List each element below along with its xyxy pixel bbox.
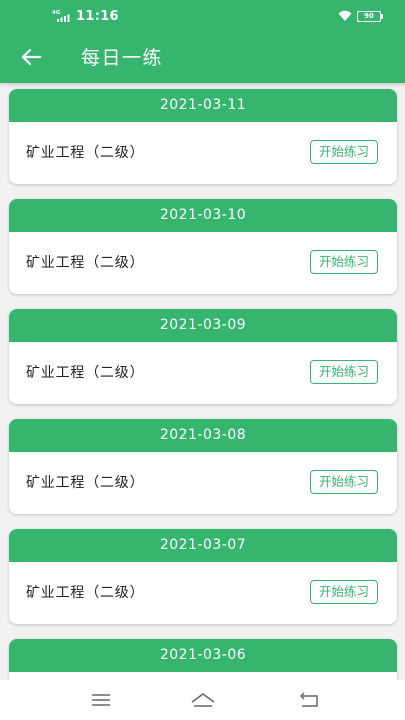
card-body: 矿业工程（二级） 开始练习 — [9, 232, 397, 294]
card-subject: 矿业工程（二级） — [26, 585, 145, 601]
menu-icon[interactable] — [90, 690, 112, 710]
home-icon[interactable] — [190, 690, 216, 710]
card-date: 2021-03-06 — [9, 639, 397, 672]
start-practice-button[interactable]: 开始练习 — [310, 580, 378, 604]
card-date: 2021-03-07 — [9, 529, 397, 562]
card-date: 2021-03-09 — [9, 309, 397, 342]
start-practice-button[interactable]: 开始练习 — [310, 250, 378, 274]
system-nav-bar — [0, 680, 405, 720]
card-date: 2021-03-11 — [9, 89, 397, 122]
card-body — [9, 672, 397, 680]
card-subject: 矿业工程（二级） — [26, 365, 145, 381]
signal-icon: 4G — [52, 10, 70, 22]
card-subject: 矿业工程（二级） — [26, 145, 145, 161]
start-practice-button[interactable]: 开始练习 — [310, 470, 378, 494]
practice-card: 2021-03-10 矿业工程（二级） 开始练习 — [9, 199, 397, 294]
arrow-left-icon — [21, 48, 42, 66]
card-body: 矿业工程（二级） 开始练习 — [9, 342, 397, 404]
network-type: 4G — [52, 10, 61, 16]
start-practice-button[interactable]: 开始练习 — [310, 360, 378, 384]
status-time: 11:16 — [76, 9, 119, 24]
battery-level: 90 — [364, 12, 374, 20]
start-practice-button[interactable]: 开始练习 — [310, 140, 378, 164]
card-date: 2021-03-10 — [9, 199, 397, 232]
status-bar: 4G 11:16 90 — [0, 0, 405, 30]
practice-card: 2021-03-07 矿业工程（二级） 开始练习 — [9, 529, 397, 624]
card-body: 矿业工程（二级） 开始练习 — [9, 122, 397, 184]
practice-card: 2021-03-09 矿业工程（二级） 开始练习 — [9, 309, 397, 404]
card-subject: 矿业工程（二级） — [26, 475, 145, 491]
back-icon[interactable] — [298, 690, 320, 710]
battery-tip — [381, 14, 383, 19]
card-body: 矿业工程（二级） 开始练习 — [9, 452, 397, 514]
practice-card: 2021-03-06 — [9, 639, 397, 680]
app-bar: 每日一练 — [0, 30, 405, 83]
practice-card: 2021-03-08 矿业工程（二级） 开始练习 — [9, 419, 397, 514]
practice-card: 2021-03-11 矿业工程（二级） 开始练习 — [9, 89, 397, 184]
card-subject: 矿业工程（二级） — [26, 255, 145, 271]
page-title: 每日一练 — [81, 47, 164, 69]
card-date: 2021-03-08 — [9, 419, 397, 452]
card-body: 矿业工程（二级） 开始练习 — [9, 562, 397, 624]
battery-icon: 90 — [357, 11, 381, 22]
back-button[interactable] — [15, 43, 47, 71]
wifi-icon — [338, 10, 352, 21]
practice-list[interactable]: 2021-03-11 矿业工程（二级） 开始练习 2021-03-10 矿业工程… — [0, 83, 405, 680]
